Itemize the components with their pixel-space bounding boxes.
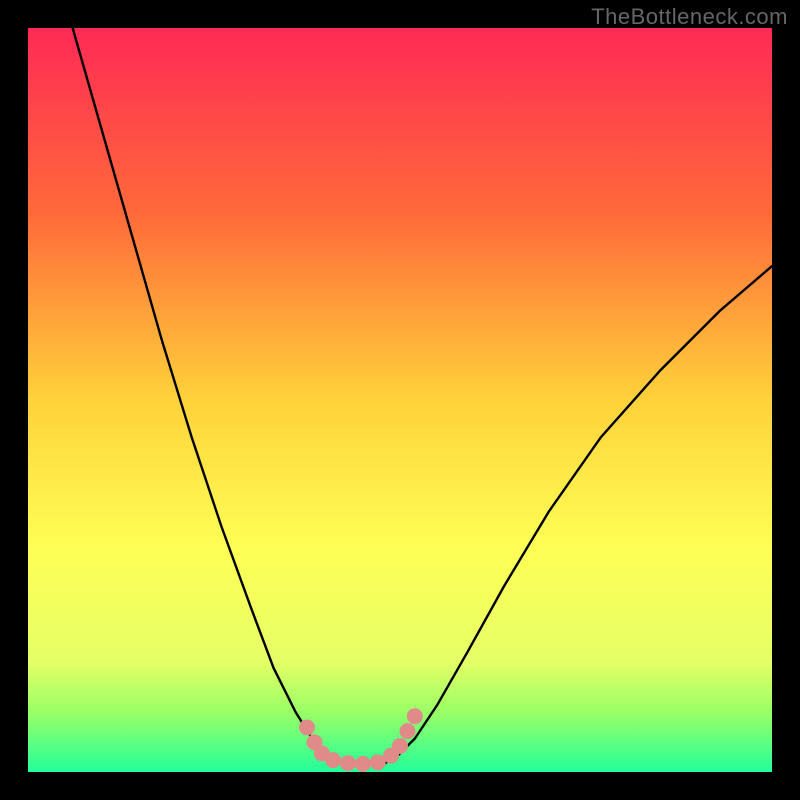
valley-marker (407, 708, 423, 724)
valley-marker (340, 755, 356, 771)
valley-marker (399, 723, 415, 739)
valley-marker (392, 738, 408, 754)
bottleneck-curve (73, 28, 772, 765)
watermark-text: TheBottleneck.com (591, 4, 788, 30)
chart-frame: TheBottleneck.com (0, 0, 800, 800)
plot-area (28, 28, 772, 772)
valley-marker (299, 719, 315, 735)
valley-marker (355, 756, 371, 772)
curve-layer (28, 28, 772, 772)
valley-marker (325, 752, 341, 768)
